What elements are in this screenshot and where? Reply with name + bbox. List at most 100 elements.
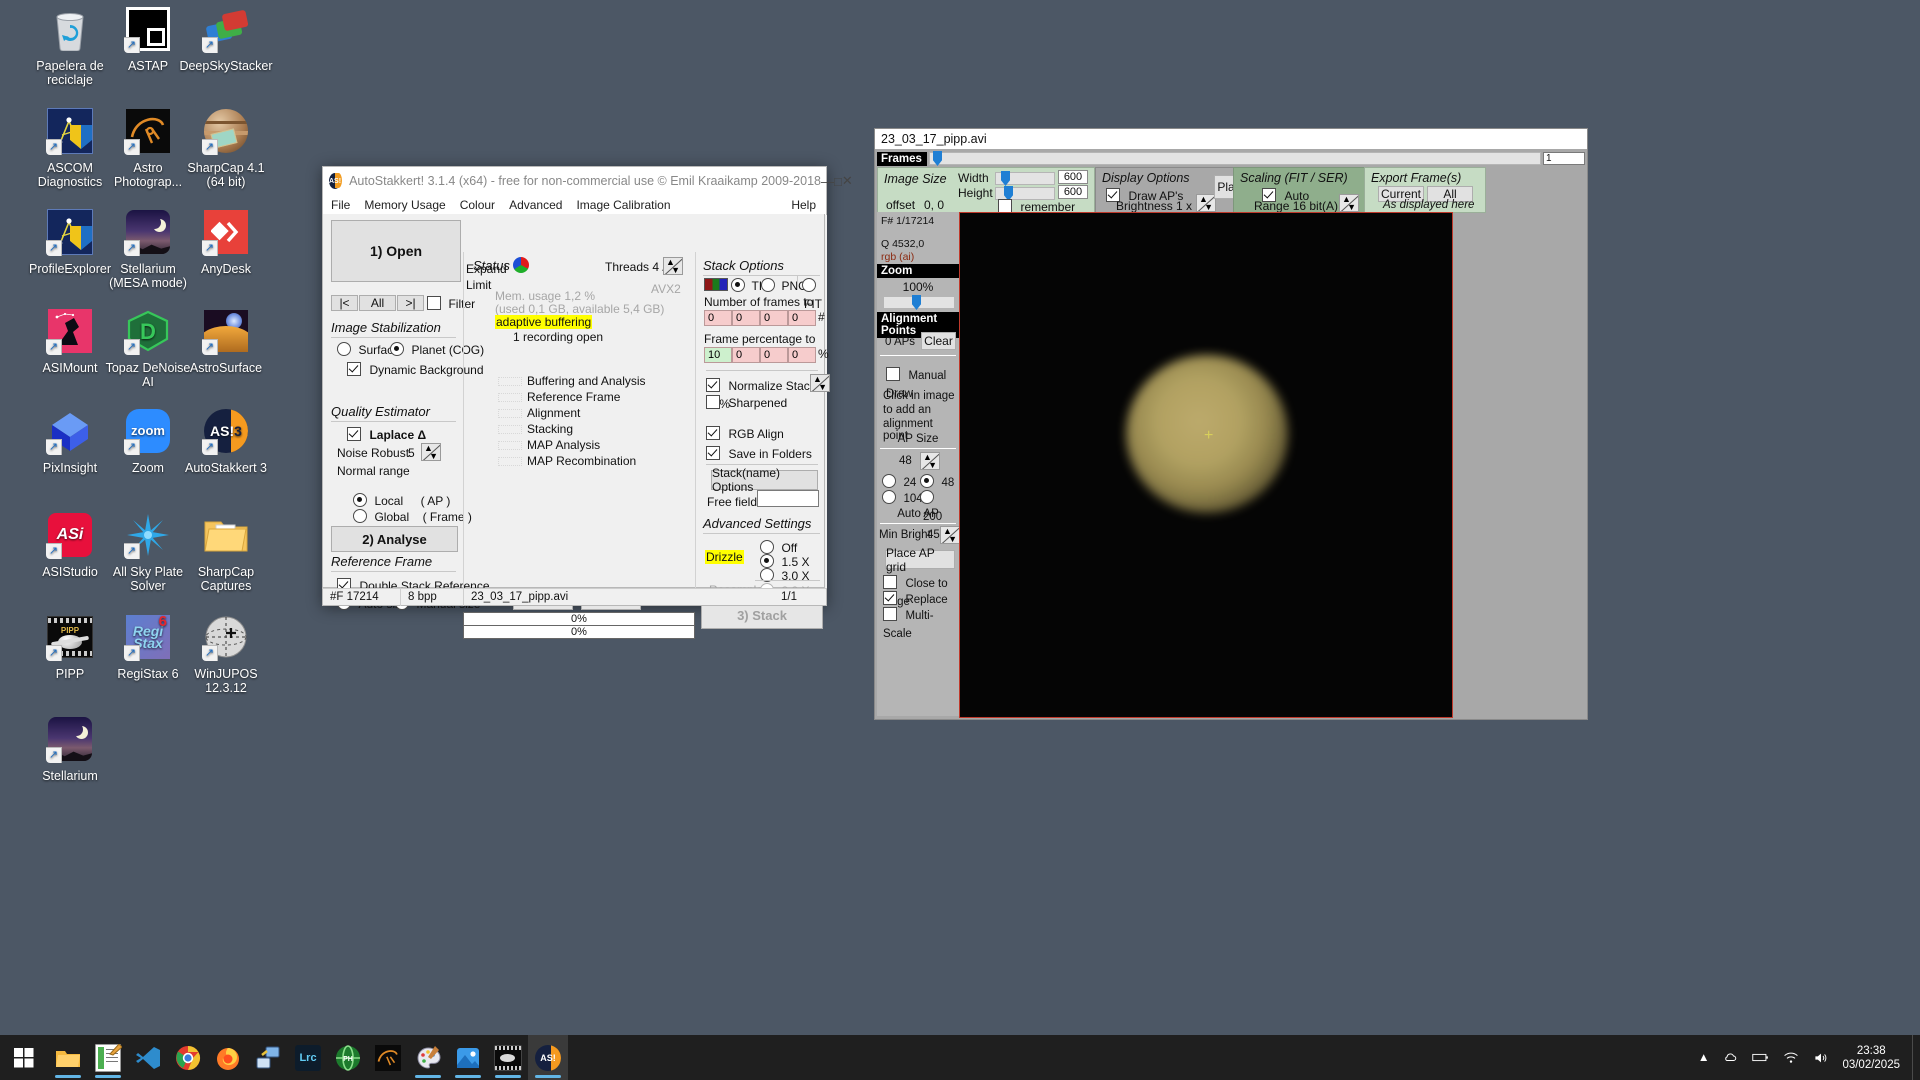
free-field-input[interactable] [757,490,819,507]
phd2-taskbar-icon[interactable]: PH [328,1035,368,1080]
taskbar-items[interactable]: Lrc PH AS! [48,1035,568,1080]
frames-to-stack-inputs[interactable]: 0 0 0 0 # [704,310,825,326]
tif-radio[interactable] [731,278,745,292]
laplace-checkbox[interactable] [347,427,361,441]
pipp-taskbar-icon[interactable] [488,1035,528,1080]
laplace-row[interactable]: Laplace Δ [347,426,426,444]
stabilization-planet-option[interactable]: Planet (COG) [390,341,484,359]
sharpened-checkbox[interactable] [706,395,720,409]
global-radio[interactable] [353,509,367,523]
firefox-taskbar-icon[interactable] [208,1035,248,1080]
range-spinner[interactable]: ▲ ▼ [1339,194,1359,212]
rgb-align-checkbox[interactable] [706,426,720,440]
volume-icon[interactable] [1806,1035,1836,1080]
percent-input-3[interactable]: 0 [760,347,788,363]
min-bright-spinner[interactable]: ▲ ▼ [940,526,960,544]
threads-spinner[interactable]: ▲ ▼ [663,257,683,275]
filter-checkbox[interactable] [427,296,441,310]
wifi-icon[interactable] [1776,1035,1806,1080]
autostakkert-window[interactable]: AS! AutoStakkert! 3.1.4 (x64) - free for… [322,166,853,639]
notepad-taskbar-icon[interactable] [88,1035,128,1080]
place-ap-grid-button[interactable]: Place AP grid [885,546,955,574]
quality-global-option[interactable]: Global ( Frame ) [353,508,472,526]
paint-taskbar-icon[interactable] [408,1035,448,1080]
desktop-icon-anydesk[interactable]: ↗ AnyDesk [178,208,274,276]
remember-checkbox[interactable] [998,199,1012,213]
save-in-folders-row[interactable]: Save in Folders [706,445,812,463]
limit-label[interactable]: Limit [466,278,491,292]
frames-input-4[interactable]: 0 [788,310,816,326]
desktop-icon-sharpcap-captures[interactable]: SharpCap Captures [178,511,274,593]
ap-size-104-option[interactable]: 104 [882,489,923,507]
multi-scale-checkbox[interactable] [883,607,897,621]
ap-size-200-radio[interactable] [920,490,934,504]
width-input[interactable]: 600 [1058,170,1088,184]
surface-radio[interactable] [337,342,351,356]
frames-input-1[interactable]: 0 [704,310,732,326]
frames-slider-thumb[interactable] [933,151,942,166]
stack-button[interactable]: 3) Stack [701,602,823,629]
lightroom-classic-taskbar-icon[interactable]: Lrc [288,1035,328,1080]
save-in-folders-checkbox[interactable] [706,446,720,460]
drizzle-15x-radio[interactable] [760,554,774,568]
format-png-option[interactable]: PNG [761,277,807,295]
frame-percentage-inputs[interactable]: 10 0 0 0 % [704,347,829,363]
frames-input-3[interactable]: 0 [760,310,788,326]
taskbar[interactable]: Lrc PH AS! ▲ 23:38 03/02/2025 [0,1035,1920,1080]
menu-image-calibration[interactable]: Image Calibration [576,198,670,212]
desktop-icon-stellarium[interactable]: ↗ Stellarium [22,715,118,783]
close-to-edge-checkbox[interactable] [883,575,897,589]
menu-file[interactable]: File [331,198,350,212]
close-button[interactable]: ✕ [842,167,853,195]
autostakkert-menubar[interactable]: File Memory Usage Colour Advanced Image … [322,195,827,215]
multi-scale-row[interactable]: Multi-Scale [883,606,959,642]
menu-help[interactable]: Help [791,198,816,212]
astro-photography-taskbar-icon[interactable] [368,1035,408,1080]
drizzle-off-radio[interactable] [760,540,774,554]
last-frame-button[interactable]: >| [397,295,424,311]
frames-slider[interactable] [929,151,1541,166]
desktop-icon-deepskystacker[interactable]: ↗ DeepSkyStacker [178,5,274,73]
autostakkert-taskbar-icon[interactable]: AS! [528,1035,568,1080]
battery-icon[interactable] [1745,1035,1776,1080]
manual-draw-checkbox[interactable] [886,367,900,381]
zoom-slider[interactable] [883,295,955,310]
menu-memory-usage[interactable]: Memory Usage [364,198,445,212]
dynamic-background-checkbox[interactable] [347,362,361,376]
clock[interactable]: 23:38 03/02/2025 [1836,1044,1912,1072]
zoom-slider-thumb[interactable] [912,295,921,310]
vscode-taskbar-icon[interactable] [128,1035,168,1080]
autostakkert-titlebar[interactable]: AS! AutoStakkert! 3.1.4 (x64) - free for… [322,166,853,195]
all-frames-button[interactable]: All [359,295,396,311]
ascom-taskbar-icon[interactable] [248,1035,288,1080]
width-slider-thumb[interactable] [1001,171,1010,186]
normalize-stack-checkbox[interactable] [706,378,720,392]
system-tray[interactable]: ▲ 23:38 03/02/2025 [1691,1035,1920,1080]
ap-size-48-radio[interactable] [920,474,934,488]
width-slider[interactable] [995,171,1055,186]
clear-aps-button[interactable]: Clear [921,332,956,350]
ap-size-spinner[interactable]: ▲ ▼ [920,452,940,470]
frames-strip[interactable]: Frames 1 [877,151,1585,166]
desktop-icon-sharpcap-4-1-64-bit[interactable]: ↗ SharpCap 4.1 (64 bit) [178,107,274,189]
brightness-spinner[interactable]: ▲ ▼ [1196,194,1216,212]
percent-input-4[interactable]: 0 [788,347,816,363]
menu-advanced[interactable]: Advanced [509,198,562,212]
auto-ap-label[interactable]: Auto AP [877,508,959,520]
desktop-icon-autostakkert-3[interactable]: AS!3 ↗ AutoStakkert 3 [178,407,274,475]
chrome-taskbar-icon[interactable] [168,1035,208,1080]
image-canvas[interactable]: + [959,212,1453,718]
first-frame-button[interactable]: |< [331,295,358,311]
cloud-icon[interactable] [1716,1035,1745,1080]
chevron-up-icon[interactable]: ▲ [1691,1035,1716,1080]
frames-input-2[interactable]: 0 [732,310,760,326]
frame-number-input[interactable]: 1 [1543,152,1585,165]
percent-input-1[interactable]: 10 [704,347,732,363]
filter-checkbox-row[interactable]: Filter [427,295,475,313]
image-viewer-window[interactable]: 23_03_17_pipp.avi Frames 1 Image Size Wi… [874,128,1588,720]
stackname-options-button[interactable]: Stack(name) Options [711,466,818,494]
percent-input-2[interactable]: 0 [732,347,760,363]
replace-checkbox[interactable] [883,591,897,605]
planet-radio[interactable] [390,342,404,356]
fit-radio[interactable] [802,278,816,292]
